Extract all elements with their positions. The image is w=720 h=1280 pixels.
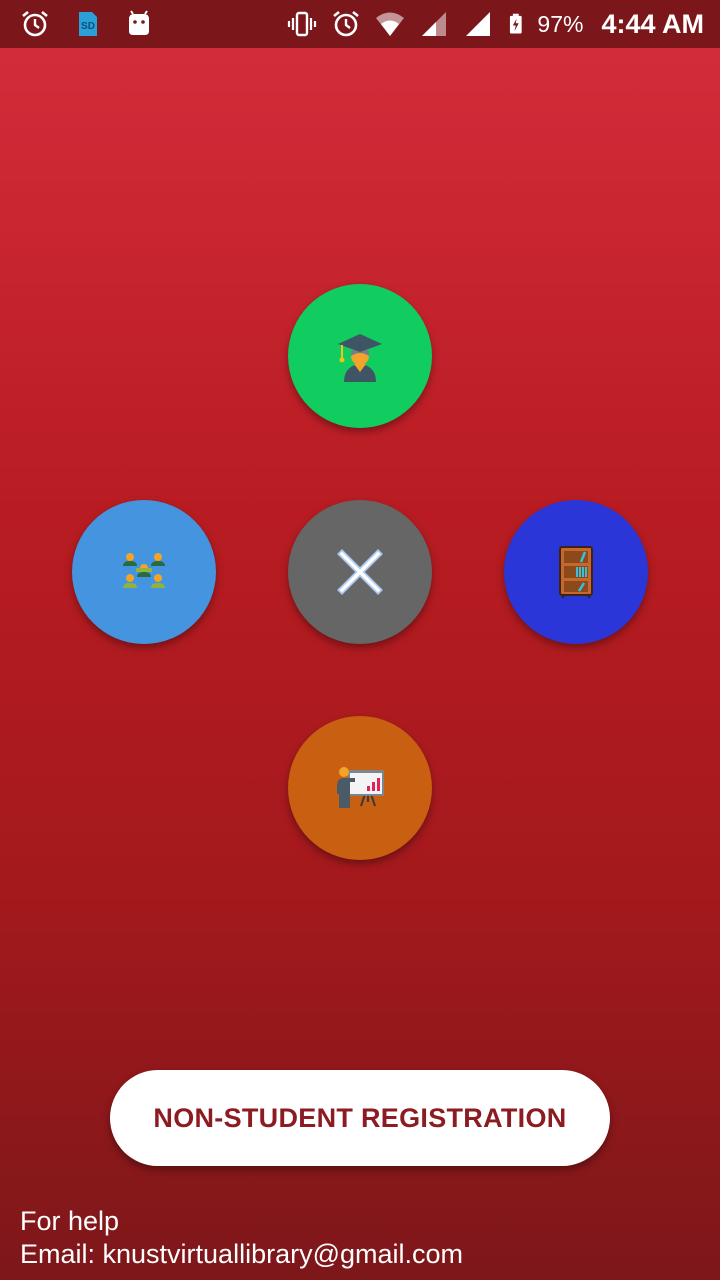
group-fab-button[interactable]	[72, 500, 216, 644]
status-left-icons: SD	[20, 0, 154, 48]
svg-text:SD: SD	[81, 21, 95, 32]
status-bar: SD 97% 4:44 AM	[0, 0, 720, 48]
student-fab-button[interactable]	[288, 284, 432, 428]
android-icon	[129, 10, 149, 35]
status-clock: 4:44 AM	[601, 8, 704, 39]
non-student-registration-button[interactable]: NON-STUDENT REGISTRATION	[110, 1070, 610, 1166]
lecturer-fab-button[interactable]	[288, 716, 432, 860]
close-fab-button[interactable]	[288, 500, 432, 644]
alarm-icon	[333, 10, 360, 37]
people-group-icon	[123, 553, 165, 588]
status-right-icons: 97% 4:44 AM	[287, 0, 704, 48]
help-heading: For help	[20, 1206, 120, 1236]
signal-icon	[466, 12, 491, 36]
close-icon	[337, 549, 383, 595]
bookshelf-icon	[559, 546, 593, 598]
battery-percent: 97%	[537, 10, 584, 37]
battery-charging-icon	[510, 13, 523, 34]
library-fab-button[interactable]	[504, 500, 648, 644]
signal-icon	[422, 12, 447, 36]
vibrate-icon	[288, 11, 317, 37]
sd-card-icon: SD	[79, 12, 97, 36]
alarm-icon	[22, 10, 48, 37]
wifi-icon	[376, 12, 405, 36]
help-section: For help Email: knustvirtuallibrary@gmai…	[20, 1205, 463, 1271]
graduate-icon	[338, 334, 382, 382]
presenter-icon	[337, 767, 384, 808]
app-screen: SD 97% 4:44 AM NON-STUDENT REGISTRATION …	[0, 0, 720, 1280]
help-email[interactable]: Email: knustvirtuallibrary@gmail.com	[20, 1238, 463, 1271]
